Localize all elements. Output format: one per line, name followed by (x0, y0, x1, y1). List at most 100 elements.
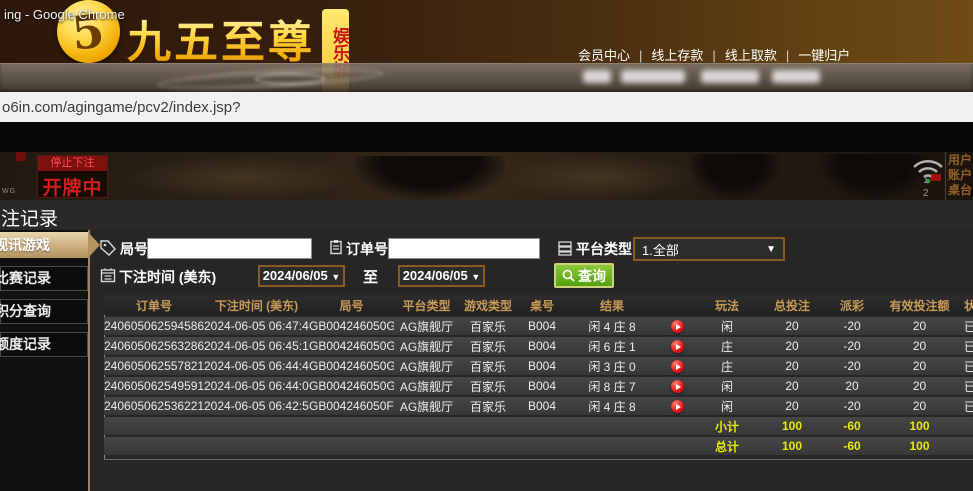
cell-status: 已结算 (962, 357, 973, 375)
subtotal-row-empty (204, 417, 309, 435)
cell-total_bet: 20 (757, 317, 827, 335)
cell-game: 百家乐 (459, 357, 517, 375)
table-bottom-border (104, 459, 973, 460)
cell-_replay (657, 357, 697, 375)
side-num: 1 (923, 174, 929, 187)
table-row: 2406050625945862024-06-05 06:47:47GB0042… (104, 317, 973, 335)
tag-icon (100, 240, 116, 261)
nav-separator: | (639, 48, 642, 63)
stop-betting-label: 停止下注 (38, 156, 107, 171)
column-header-play: 玩法 (697, 295, 757, 315)
column-header-platform: 平台类型 (394, 295, 459, 315)
cell-payout: -20 (827, 357, 877, 375)
table-row: 2406050625495912024-06-05 06:44:02GB0042… (104, 377, 973, 395)
nav-link-1[interactable]: 线上存款 (651, 48, 703, 63)
chevron-down-icon: ▼ (471, 272, 480, 282)
search-icon (562, 269, 575, 282)
account-blur-3 (701, 70, 759, 83)
subtotal-row-empty (104, 417, 204, 435)
game-video-banner: WG 停止下注 开牌中 用户账户桌台 12 (0, 152, 973, 200)
nav-link-0[interactable]: 会员中心 (578, 48, 630, 63)
cell-time: 2024-06-05 06:45:14 (204, 337, 309, 355)
table-row: 2406050625578212024-06-05 06:44:44GB0042… (104, 357, 973, 375)
cell-round: GB004246050FZ (309, 397, 394, 415)
dealer-silhouette (690, 154, 780, 200)
nav-link-3[interactable]: 一键归户 (798, 48, 850, 63)
column-header-valid: 有效投注额 (877, 295, 962, 315)
side-label: 账户 (948, 168, 972, 183)
sidebar-item-1[interactable]: 比赛记录 (0, 266, 88, 291)
cell-valid: 20 (877, 357, 962, 375)
cell-table_no: B004 (517, 337, 567, 355)
cell-time: 2024-06-05 06:42:55 (204, 397, 309, 415)
cell-_replay (657, 397, 697, 415)
sidebar-item-0[interactable]: 视讯游戏 (0, 232, 88, 258)
cell-result: 闲 4 庄 8 (567, 317, 657, 335)
cell-platform: AG旗舰厅 (394, 337, 459, 355)
play-icon (676, 384, 681, 390)
cell-_replay (657, 317, 697, 335)
sidebar-item-3[interactable]: 额度记录 (0, 332, 88, 357)
subtotal-row-empty (567, 417, 657, 435)
calendar-icon (100, 267, 116, 288)
subtotal-row: 小计100-60100 (104, 417, 973, 435)
total-row-empty (962, 437, 973, 455)
cell-total_bet: 20 (757, 377, 827, 395)
cell-status: 已结算 (962, 337, 973, 355)
dealer-silhouette (355, 156, 505, 200)
date-from-value: 2024/06/05 (263, 268, 328, 283)
cell-payout: -20 (827, 337, 877, 355)
cell-order: 240605062594586 (104, 317, 204, 335)
to-label: 至 (363, 266, 378, 287)
date-from-button[interactable]: 2024/06/05 ▼ (258, 265, 345, 287)
cell-result: 闲 6 庄 1 (567, 337, 657, 355)
total-row-bet: 100 (757, 437, 827, 455)
cell-platform: AG旗舰厅 (394, 377, 459, 395)
order-label: 订单号 (346, 239, 388, 259)
betting-status-box: 停止下注 开牌中 (37, 155, 108, 198)
play-icon (676, 404, 681, 410)
cell-result: 闲 8 庄 7 (567, 377, 657, 395)
replay-button[interactable] (671, 360, 684, 373)
platform-select-value: 1.全部 (642, 240, 679, 259)
search-button[interactable]: 查询 (554, 263, 614, 288)
cell-order: 240605062536221 (104, 397, 204, 415)
column-header-total_bet: 总投注 (757, 295, 827, 315)
column-header-payout: 派彩 (827, 295, 877, 315)
cell-play: 闲 (697, 377, 757, 395)
clipboard-icon (328, 239, 344, 260)
account-blur-4 (772, 70, 820, 83)
chevron-down-icon: ▼ (331, 272, 340, 282)
replay-button[interactable] (671, 400, 684, 413)
cell-_replay (657, 337, 697, 355)
sidebar-item-2[interactable]: 积分查询 (0, 299, 88, 324)
replay-mini-icon (931, 174, 941, 181)
column-header-result: 结果 (567, 295, 657, 315)
total-row-empty (459, 437, 517, 455)
top-nav: 会员中心|线上存款|线上取款|一键归户 (578, 45, 850, 64)
play-icon (676, 324, 681, 330)
platform-select[interactable]: 1.全部 ▼ (633, 237, 785, 261)
game-status-text: 开牌中 (38, 173, 107, 200)
side-label: 用户 (948, 153, 972, 168)
date-to-value: 2024/06/05 (403, 268, 468, 283)
account-blur-1 (583, 70, 611, 83)
platform-icon (557, 240, 573, 261)
cell-game: 百家乐 (459, 397, 517, 415)
cell-valid: 20 (877, 317, 962, 335)
order-input[interactable] (388, 238, 540, 259)
replay-button[interactable] (671, 380, 684, 393)
nav-link-2[interactable]: 线上取款 (725, 48, 777, 63)
column-header-order: 订单号 (104, 295, 204, 315)
subtotal-row-label: 小计 (697, 417, 757, 435)
address-bar[interactable]: o6in.com/agingame/pcv2/index.jsp? (0, 92, 973, 122)
cell-platform: AG旗舰厅 (394, 357, 459, 375)
date-to-button[interactable]: 2024/06/05 ▼ (398, 265, 485, 287)
round-input[interactable] (147, 238, 312, 259)
total-row-label: 总计 (697, 437, 757, 455)
replay-button[interactable] (671, 340, 684, 353)
cell-play: 庄 (697, 337, 757, 355)
cell-time: 2024-06-05 06:47:47 (204, 317, 309, 335)
subtotal-row-bet: 100 (757, 417, 827, 435)
replay-button[interactable] (671, 320, 684, 333)
